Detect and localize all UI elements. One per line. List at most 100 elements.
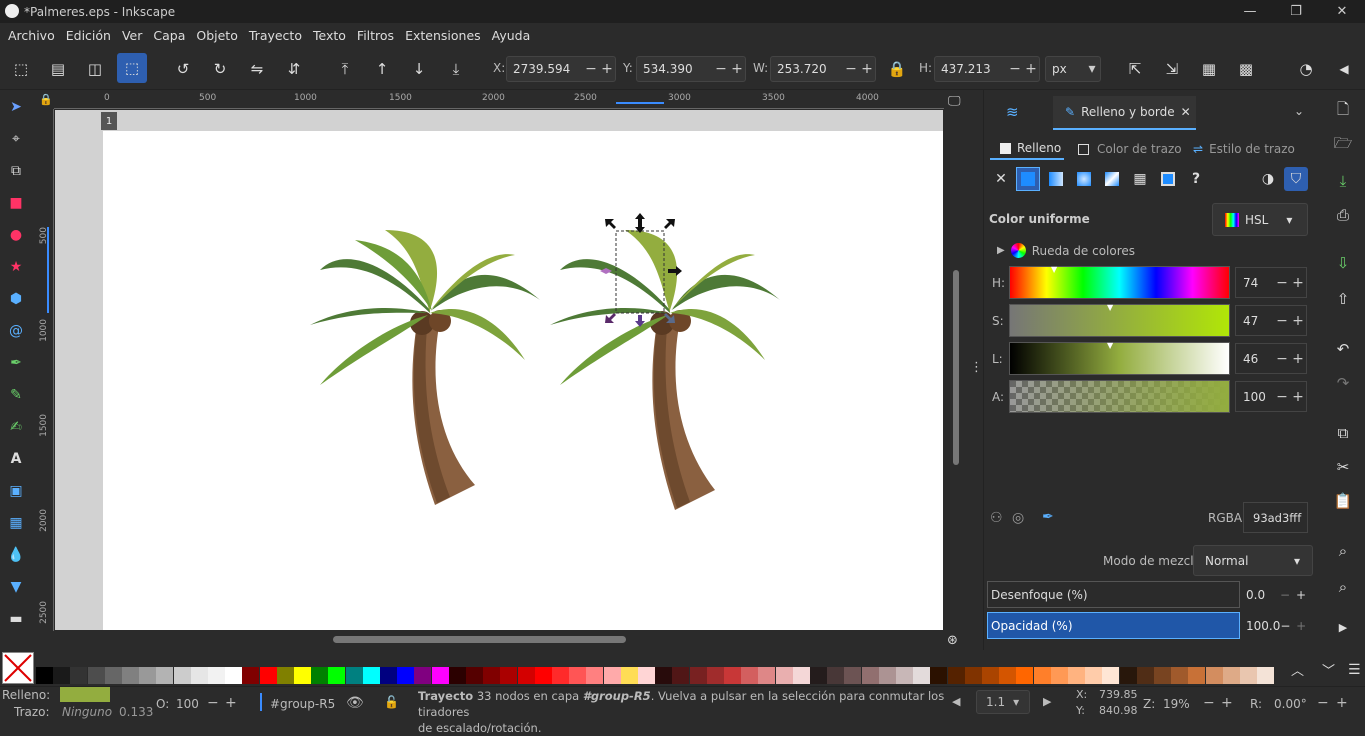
zoom-selection-icon[interactable]: ⌕ [1330, 538, 1356, 564]
ellipse-tool-icon[interactable]: ● [3, 222, 29, 248]
color-swatch[interactable] [1240, 667, 1257, 684]
slider-handle-icon[interactable]: ▼ [1107, 303, 1113, 312]
lightness-slider[interactable]: ▼ [1009, 341, 1230, 375]
plus-icon[interactable]: + [1336, 695, 1348, 711]
rotation-value[interactable]: 0.00° [1274, 697, 1307, 711]
color-swatch[interactable] [500, 667, 518, 684]
color-swatch[interactable] [448, 667, 466, 684]
palm-tree-left[interactable] [310, 230, 540, 505]
color-swatch[interactable] [225, 667, 243, 684]
color-swatch[interactable] [1068, 667, 1085, 684]
color-swatch[interactable] [1257, 667, 1275, 684]
layers-tab-icon[interactable]: ≋ [1006, 103, 1019, 121]
palm-trees-artwork[interactable] [300, 205, 790, 515]
new-document-icon[interactable]: 🗋 [1330, 98, 1356, 124]
color-swatch[interactable] [70, 667, 88, 684]
deselect-icon[interactable]: ◫ [80, 54, 110, 84]
color-swatch[interactable] [930, 667, 948, 684]
subtab-stroke-style[interactable]: ⇌ Estilo de trazo [1193, 138, 1295, 160]
blur-slider[interactable]: Desenfoque (%) [987, 581, 1240, 608]
minus-icon[interactable]: − [1280, 588, 1296, 602]
swatch-icon[interactable] [1156, 167, 1180, 191]
color-swatch[interactable] [431, 667, 449, 684]
color-swatch[interactable] [878, 667, 896, 684]
current-layer[interactable]: #group-R5 [270, 697, 335, 711]
mesh-gradient-icon[interactable] [1100, 167, 1124, 191]
zoom-value[interactable]: 19% [1163, 697, 1190, 711]
save-icon[interactable]: ⤓ [1330, 168, 1356, 194]
color-swatch[interactable] [345, 667, 363, 684]
lower-icon[interactable]: ↓ [404, 54, 434, 84]
paste-icon[interactable]: 📋 [1330, 488, 1356, 514]
select-all-layers-icon[interactable]: ▤ [43, 54, 73, 84]
menu-extensiones[interactable]: Extensiones [405, 28, 481, 43]
color-swatch[interactable] [724, 667, 741, 684]
color-swatch[interactable] [1033, 667, 1051, 684]
color-swatch[interactable] [208, 667, 225, 684]
no-color-swatch[interactable] [2, 652, 34, 684]
shape-builder-icon[interactable]: ⧉ [3, 158, 29, 184]
copy-icon[interactable]: ⧉ [1330, 420, 1356, 446]
plus-icon[interactable]: + [1290, 313, 1306, 329]
next-page-icon[interactable]: ▶ [1043, 695, 1051, 708]
color-swatch[interactable] [706, 667, 724, 684]
h-increment-icon[interactable]: + [1023, 61, 1039, 77]
plus-icon[interactable]: + [1296, 619, 1312, 633]
color-swatch[interactable] [999, 667, 1017, 684]
horizontal-scrollbar[interactable] [333, 636, 626, 643]
fill-rule-nonzero-icon[interactable]: ⛉ [1284, 167, 1308, 191]
panel-handle-icon[interactable]: ⋮ [970, 360, 983, 375]
color-swatch[interactable] [517, 667, 535, 684]
color-swatch[interactable] [242, 667, 260, 684]
color-swatch[interactable] [1222, 667, 1240, 684]
close-tab-icon[interactable]: ✕ [1181, 105, 1191, 119]
color-swatch[interactable] [810, 667, 827, 684]
plus-icon[interactable]: + [225, 695, 237, 711]
menu-edicion[interactable]: Edición [66, 28, 111, 43]
color-swatch[interactable] [792, 667, 810, 684]
color-swatch[interactable] [1119, 667, 1137, 684]
unset-paint-icon[interactable]: ? [1184, 167, 1208, 191]
selector-tool-icon[interactable]: ➤ [3, 94, 29, 120]
color-swatch[interactable] [1136, 667, 1154, 684]
close-window-button[interactable]: ✕ [1319, 0, 1365, 23]
minus-icon[interactable]: − [1274, 351, 1290, 367]
color-swatch[interactable] [104, 667, 122, 684]
spiral-tool-icon[interactable]: @ [3, 318, 29, 344]
vertical-scrollbar[interactable] [953, 270, 959, 465]
rotate-cw-icon[interactable]: ↻ [205, 54, 235, 84]
minus-icon[interactable]: − [1280, 619, 1296, 633]
calligraphy-tool-icon[interactable]: ✍ [3, 414, 29, 440]
color-swatch[interactable] [380, 667, 397, 684]
lower-to-bottom-icon[interactable]: ⤓ [441, 54, 471, 84]
color-wheel-expander[interactable]: ▶ Rueda de colores [997, 243, 1135, 258]
blend-mode-select[interactable]: Normal ▾ [1193, 545, 1313, 576]
zoom-drawing-icon[interactable]: ⌕ [1330, 574, 1356, 600]
menu-objeto[interactable]: Objeto [196, 28, 238, 43]
rotate-ccw-icon[interactable]: ↺ [168, 54, 198, 84]
slider-handle-icon[interactable]: ▼ [1107, 341, 1113, 350]
color-swatch[interactable] [758, 667, 776, 684]
color-swatch[interactable] [741, 667, 759, 684]
minimize-button[interactable]: — [1227, 0, 1273, 23]
eraser-tool-icon[interactable]: ▬ [3, 606, 29, 632]
radial-gradient-icon[interactable] [1072, 167, 1096, 191]
pen-tool-icon[interactable]: ✒ [3, 350, 29, 376]
transform-gradients-icon[interactable]: ▦ [1194, 54, 1224, 84]
subtab-stroke-paint[interactable]: Color de trazo [1078, 138, 1182, 160]
y-field[interactable]: 534.390 − + [636, 56, 746, 82]
h-field[interactable]: 437.213 − + [934, 56, 1040, 82]
fill-rule-evenodd-icon[interactable]: ◑ [1256, 167, 1280, 191]
linear-gradient-icon[interactable] [1044, 167, 1068, 191]
star-tool-icon[interactable]: ★ [3, 254, 29, 280]
no-paint-icon[interactable]: ✕ [989, 167, 1013, 191]
palm-tree-right[interactable] [550, 213, 780, 510]
alpha-slider[interactable] [1009, 380, 1230, 413]
snap-icon[interactable]: ◔ [1291, 54, 1321, 84]
y-decrement-icon[interactable]: − [713, 61, 729, 77]
plus-icon[interactable]: + [1290, 351, 1306, 367]
saturation-slider[interactable]: ▼ [1009, 303, 1230, 337]
color-swatch[interactable] [896, 667, 913, 684]
color-swatch[interactable] [276, 667, 294, 684]
color-swatch[interactable] [122, 667, 139, 684]
